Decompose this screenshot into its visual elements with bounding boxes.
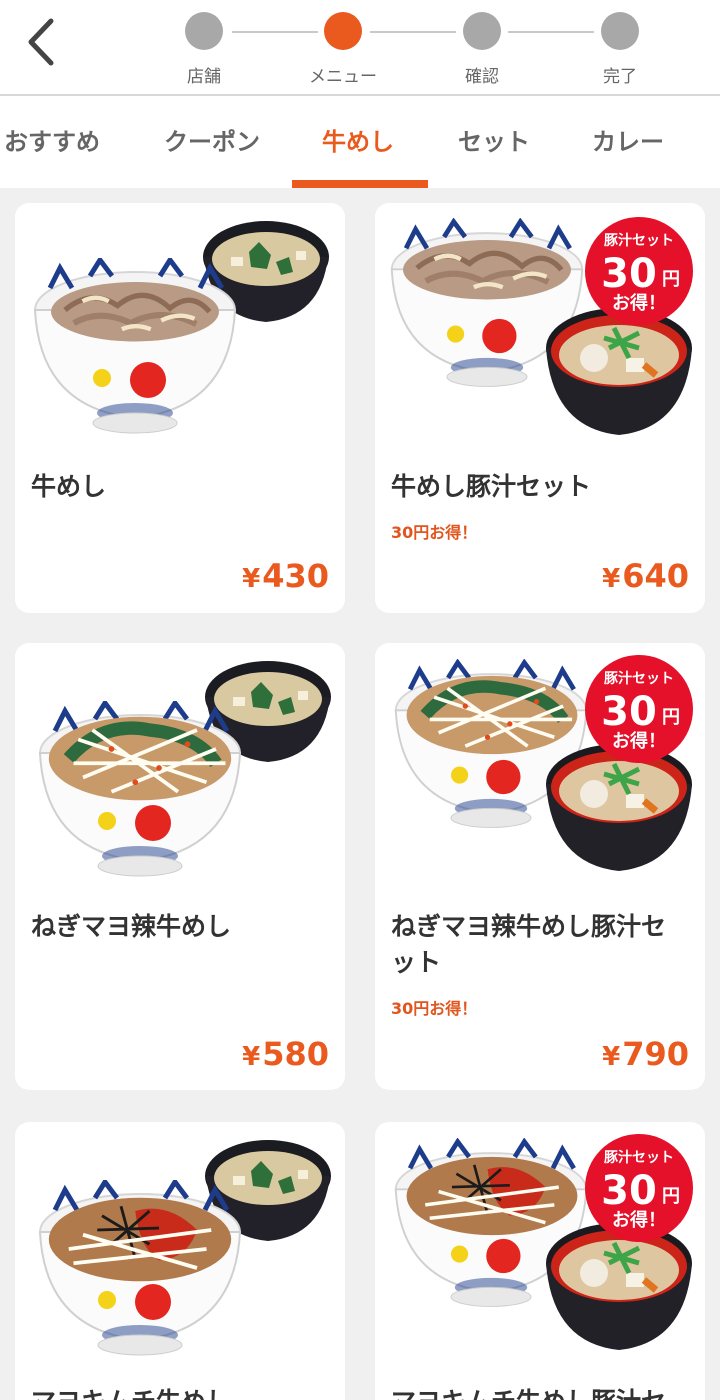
item-name: ねぎマヨ辣牛めし <box>31 912 232 941</box>
yen-symbol: ¥ <box>602 564 621 594</box>
item-price: ¥580 <box>242 1035 329 1073</box>
step-dot <box>601 12 639 50</box>
tab-set[interactable]: セット <box>458 122 530 157</box>
tab-curry[interactable]: カレー <box>592 122 664 157</box>
progress-steps: 店舗 メニュー 確認 完了 <box>0 0 720 96</box>
price-value: 580 <box>262 1035 329 1073</box>
menu-item-card[interactable]: 豚汁セット 30 円 お得！ 牛めし豚汁セット 30円お得！ ¥640 <box>375 203 705 613</box>
step-dot <box>185 12 223 50</box>
badge-unit: 円 <box>662 269 680 290</box>
item-name: 牛めし <box>31 472 107 501</box>
item-price: ¥640 <box>602 557 689 595</box>
price-value: 640 <box>622 557 689 595</box>
menu-item-card[interactable]: マヨキムチ牛めし <box>15 1122 345 1400</box>
active-tab-indicator <box>292 180 428 188</box>
gyumeshi-with-miso-soup-image <box>15 221 329 443</box>
item-name: マヨキムチ牛めし <box>31 1384 325 1400</box>
badge-amount: 30 <box>601 1168 657 1214</box>
step-label: 店舗 <box>187 67 221 87</box>
mayo-kimchi-gyumeshi-with-tonjiru-image: 豚汁セット 30 円 お得！ <box>375 1134 705 1362</box>
tab-gyumeshi[interactable]: 牛めし <box>322 122 394 157</box>
item-price: ¥790 <box>602 1035 689 1073</box>
badge-title: 豚汁セット <box>604 670 674 687</box>
menu-item-card[interactable]: 牛めし ¥430 <box>15 203 345 613</box>
step-menu: メニュー <box>303 12 383 87</box>
tab-recommended[interactable]: おすすめ <box>4 122 100 157</box>
step-dot-active <box>324 12 362 50</box>
menu-item-card[interactable]: ねぎマヨ辣牛めし ¥580 <box>15 643 345 1090</box>
yen-symbol: ¥ <box>602 1042 621 1072</box>
badge-amount: 30 <box>601 251 657 297</box>
mayo-kimchi-gyumeshi-with-miso-soup-image <box>15 1140 331 1362</box>
category-tabs: おすすめ クーポン 牛めし セット カレー <box>0 96 720 188</box>
step-label: メニュー <box>309 67 377 87</box>
badge-title: 豚汁セット <box>604 1149 674 1166</box>
step-store: 店舗 <box>164 12 244 87</box>
item-name: マヨキムチ牛めし豚汁セット <box>391 1384 685 1400</box>
item-name: ねぎマヨ辣牛めし豚汁セット <box>391 912 667 977</box>
badge-unit: 円 <box>662 1186 680 1207</box>
yen-symbol: ¥ <box>242 564 261 594</box>
step-label: 完了 <box>603 67 637 87</box>
step-label: 確認 <box>465 67 499 87</box>
step-confirm: 確認 <box>442 12 522 87</box>
badge-subtitle: お得！ <box>612 1209 666 1231</box>
header: 店舗 メニュー 確認 完了 <box>0 0 720 96</box>
negi-mayo-gyumeshi-with-miso-soup-image <box>15 661 331 883</box>
price-value: 430 <box>262 557 329 595</box>
badge-subtitle: お得！ <box>612 292 666 314</box>
gyumeshi-with-tonjiru-image: 豚汁セット 30 円 お得！ <box>375 217 705 443</box>
item-price: ¥430 <box>242 557 329 595</box>
badge-amount: 30 <box>601 689 657 735</box>
item-promo: 30円お得！ <box>391 999 478 1018</box>
item-name: 牛めし豚汁セット <box>391 472 592 501</box>
step-complete: 完了 <box>580 12 660 87</box>
price-value: 790 <box>622 1035 689 1073</box>
menu-item-card[interactable]: 豚汁セット 30 円 お得！ ねぎマヨ辣牛めし豚汁セット 30円お得！ ¥790 <box>375 643 705 1090</box>
tab-coupon[interactable]: クーポン <box>164 122 260 157</box>
yen-symbol: ¥ <box>242 1042 261 1072</box>
badge-title: 豚汁セット <box>604 232 674 249</box>
negi-mayo-gyumeshi-with-tonjiru-image: 豚汁セット 30 円 お得！ <box>375 655 705 883</box>
badge-unit: 円 <box>662 707 680 728</box>
badge-subtitle: お得！ <box>612 730 666 752</box>
menu-item-card[interactable]: 豚汁セット 30 円 お得！ マヨキムチ牛めし豚汁セット <box>375 1122 705 1400</box>
item-promo: 30円お得！ <box>391 523 478 542</box>
step-dot <box>463 12 501 50</box>
